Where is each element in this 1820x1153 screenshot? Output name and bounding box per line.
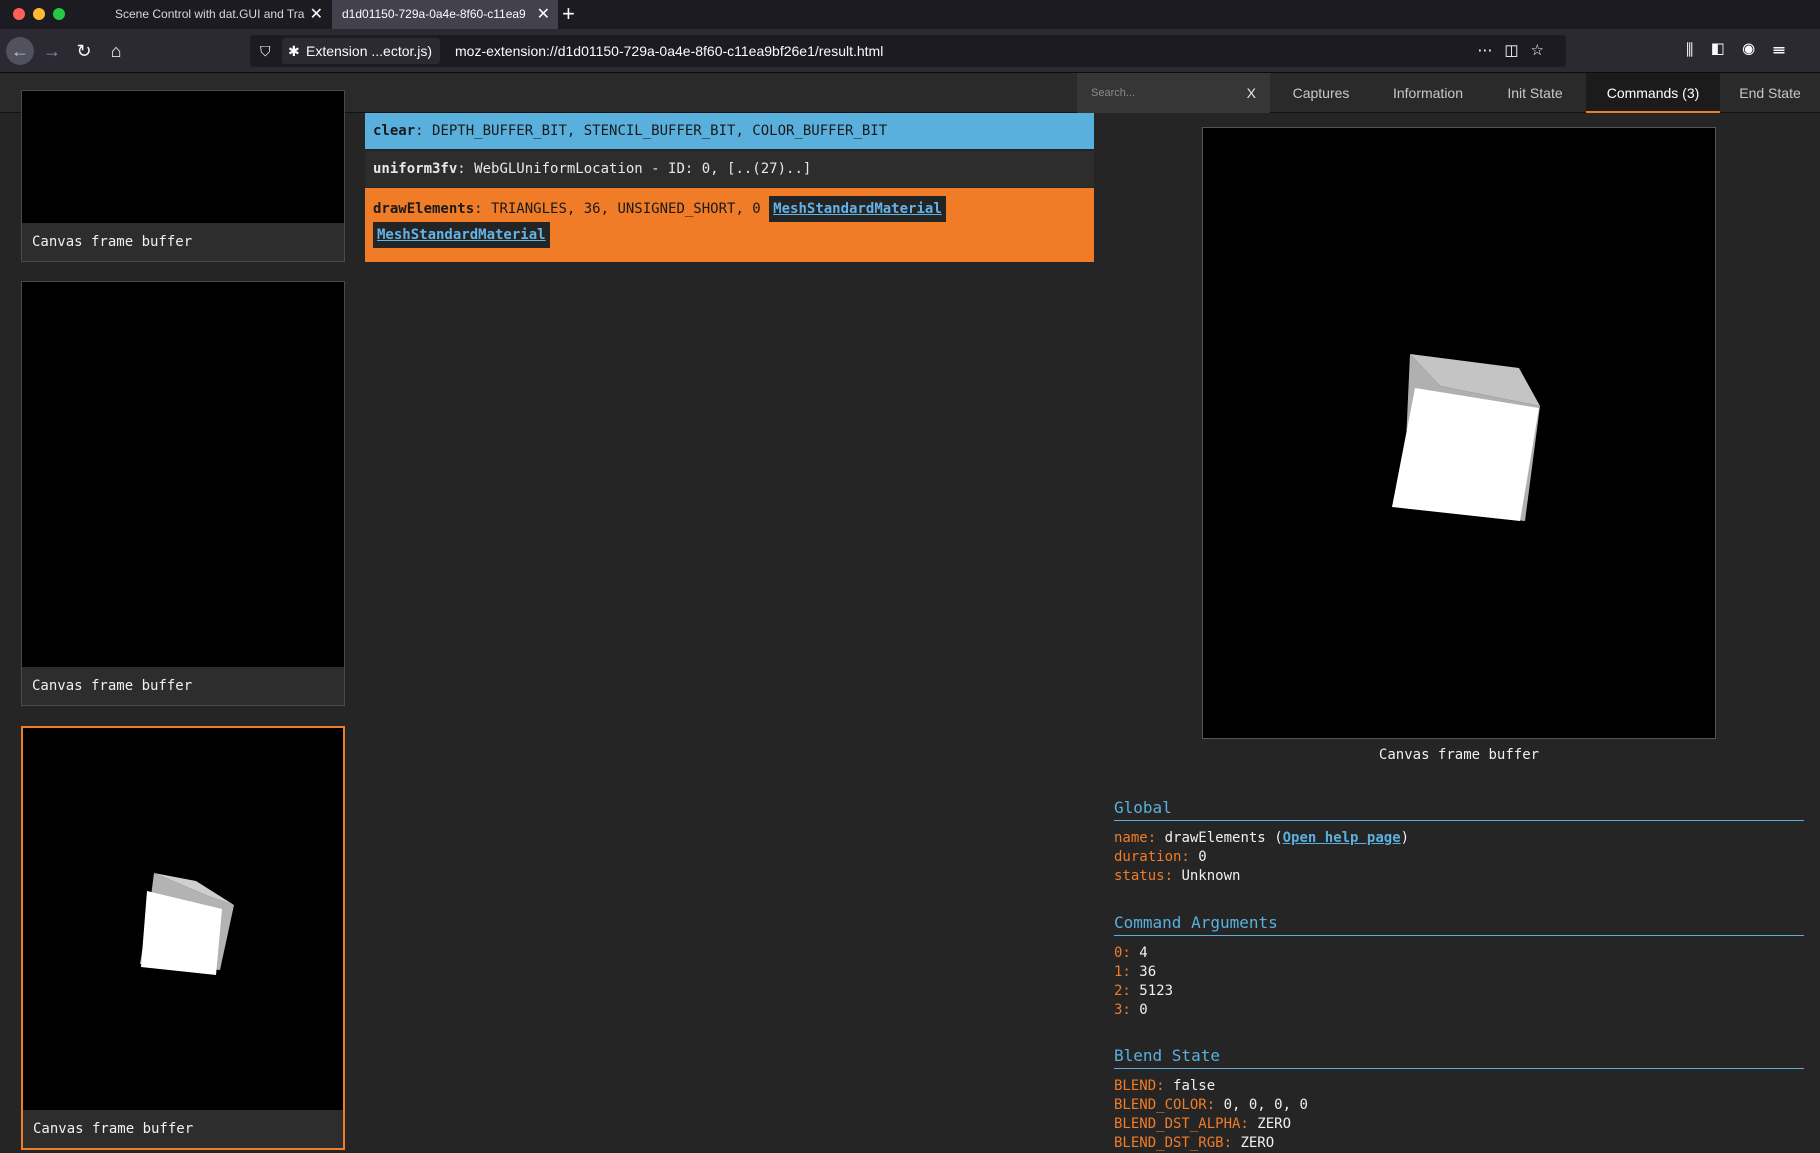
- url-actions: ⋯◫☆: [1477, 35, 1556, 67]
- tab-information[interactable]: Information: [1372, 73, 1484, 113]
- open-help-page-link[interactable]: Open help page: [1283, 830, 1401, 846]
- blend-state-section: Blend State BLEND: false BLEND_COLOR: 0,…: [1114, 1046, 1804, 1153]
- command-name: clear: [373, 123, 416, 139]
- shader-material-link[interactable]: MeshStandardMaterial: [769, 196, 946, 222]
- command-row-uniform3fv[interactable]: uniform3fv: WebGLUniformLocation - ID: 0…: [365, 151, 1094, 187]
- command-args: : DEPTH_BUFFER_BIT, STENCIL_BUFFER_BIT, …: [415, 123, 888, 139]
- close-tab-icon[interactable]: ✕: [537, 0, 550, 29]
- close-tab-icon[interactable]: ✕: [310, 0, 323, 29]
- command-preview-canvas: [1202, 127, 1716, 739]
- global-name-row: name: drawElements (Open help page): [1114, 830, 1410, 846]
- sidebar-icon[interactable]: ◧: [1711, 42, 1742, 59]
- home-icon[interactable]: ⌂: [102, 37, 130, 65]
- visual-state-thumbnail[interactable]: Canvas frame buffer: [21, 281, 345, 706]
- zoom-window-button[interactable]: [53, 8, 65, 20]
- tab-init-state[interactable]: Init State: [1484, 73, 1586, 113]
- command-row-drawelements[interactable]: drawElements: TRIANGLES, 36, UNSIGNED_SH…: [365, 188, 1094, 262]
- browser-tab-strip: Scene Control with dat.GUI and Tra ✕ d1d…: [0, 0, 1820, 29]
- argument-row: 0: 4: [1114, 945, 1148, 961]
- argument-row: 3: 0: [1114, 1002, 1148, 1018]
- tracking-shield-icon[interactable]: ⛉: [260, 35, 271, 67]
- command-arguments-section: Command Arguments 0: 4 1: 36 2: 5123 3: …: [1114, 913, 1804, 1020]
- frame-buffer-canvas: [23, 728, 343, 1110]
- cube-render-large: [1392, 354, 1540, 521]
- close-window-button[interactable]: [13, 8, 25, 20]
- section-title: Global: [1114, 798, 1804, 821]
- global-section: Global name: drawElements (Open help pag…: [1114, 798, 1804, 886]
- global-duration-row: duration: 0: [1114, 849, 1207, 865]
- command-row-clear[interactable]: clear: DEPTH_BUFFER_BIT, STENCIL_BUFFER_…: [365, 113, 1094, 149]
- global-status-row: status: Unknown: [1114, 868, 1241, 884]
- command-name: drawElements: [373, 201, 475, 217]
- reload-icon[interactable]: ↻: [70, 37, 98, 65]
- url-bar[interactable]: ⛉ ✱ Extension ...ector.js) moz-extension…: [250, 35, 1566, 67]
- browser-tab-scene-control[interactable]: Scene Control with dat.GUI and Tra ✕: [105, 0, 331, 29]
- state-row: BLEND_DST_RGB: ZERO: [1114, 1135, 1275, 1151]
- thumbnail-caption: Canvas frame buffer: [22, 667, 344, 705]
- frame-buffer-canvas: [22, 91, 344, 223]
- hamburger-menu-icon[interactable]: ☰: [1773, 42, 1803, 59]
- section-title: Command Arguments: [1114, 913, 1804, 936]
- forward-arrow-icon[interactable]: →: [38, 37, 66, 65]
- puzzle-piece-icon: ✱: [288, 43, 300, 59]
- search-box: X: [1077, 73, 1270, 113]
- command-name: uniform3fv: [373, 161, 458, 177]
- cube-front-face: [1392, 388, 1539, 521]
- tab-title: d1d01150-729a-0a4e-8f60-c11ea9: [342, 7, 526, 21]
- frame-buffer-canvas: [22, 282, 344, 667]
- command-args: : TRIANGLES, 36, UNSIGNED_SHORT, 0: [474, 201, 761, 217]
- bookmark-star-icon[interactable]: ☆: [1531, 42, 1556, 59]
- argument-row: 2: 5123: [1114, 983, 1174, 999]
- argument-row: 1: 36: [1114, 964, 1157, 980]
- tab-captures[interactable]: Captures: [1270, 73, 1372, 113]
- url-text[interactable]: moz-extension://d1d01150-729a-0a4e-8f60-…: [455, 35, 883, 67]
- toolbar-right-icons: ⫼◧◉☰: [1686, 29, 1803, 73]
- thumbnail-caption: Canvas frame buffer: [23, 1110, 343, 1148]
- tab-commands[interactable]: Commands (3): [1586, 73, 1720, 113]
- section-title: Blend State: [1114, 1046, 1804, 1069]
- visual-state-thumbnail-selected[interactable]: Canvas frame buffer: [21, 726, 345, 1150]
- new-tab-icon[interactable]: +: [562, 0, 575, 27]
- search-input[interactable]: [1091, 81, 1231, 105]
- account-icon[interactable]: ◉: [1742, 42, 1773, 59]
- more-actions-icon[interactable]: ⋯: [1477, 42, 1504, 59]
- extension-label: Extension ...ector.js): [306, 43, 433, 59]
- cube-render: [140, 873, 234, 975]
- visual-state-thumbnail[interactable]: Canvas frame buffer: [21, 90, 345, 262]
- browser-tab-result[interactable]: d1d01150-729a-0a4e-8f60-c11ea9 ✕: [332, 0, 558, 29]
- tab-end-state[interactable]: End State: [1720, 73, 1820, 113]
- state-row: BLEND: false: [1114, 1078, 1216, 1094]
- state-row: BLEND_COLOR: 0, 0, 0, 0: [1114, 1097, 1308, 1113]
- shader-material-link[interactable]: MeshStandardMaterial: [373, 222, 550, 248]
- library-icon[interactable]: ⫼: [1686, 42, 1711, 59]
- thumbnail-caption: Canvas frame buffer: [22, 223, 344, 261]
- tab-title: Scene Control with dat.GUI and Tra: [115, 7, 305, 21]
- clear-search-button[interactable]: X: [1247, 73, 1256, 113]
- pocket-icon[interactable]: ◫: [1504, 42, 1530, 59]
- minimize-window-button[interactable]: [33, 8, 45, 20]
- state-row: BLEND_DST_ALPHA: ZERO: [1114, 1116, 1292, 1132]
- back-arrow-icon[interactable]: ←: [6, 37, 34, 65]
- command-args: : WebGLUniformLocation - ID: 0, [..(27).…: [457, 161, 812, 177]
- preview-caption: Canvas frame buffer: [1378, 747, 1540, 763]
- extension-identity-button[interactable]: ✱ Extension ...ector.js): [282, 38, 441, 64]
